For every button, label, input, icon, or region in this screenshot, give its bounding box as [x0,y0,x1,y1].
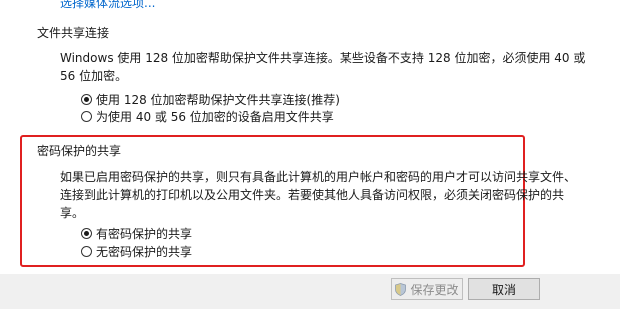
password-sharing-desc-line2: 连接到此计算机的打印机以及公用文件夹。若要使其他人具备访问权限，必须关闭密码保护… [60,188,565,202]
dialog-footer: 保存更改 取消 [0,274,620,309]
file-sharing-title: 文件共享连接 [37,26,110,40]
media-streaming-link[interactable]: 选择媒体流选项... [60,0,155,11]
radio-128bit-encryption[interactable]: 使用 128 位加密帮助保护文件共享连接(推荐) [81,90,340,108]
radio-unselected-icon[interactable] [81,245,92,257]
radio-128bit-label: 使用 128 位加密帮助保护文件共享连接(推荐) [96,92,340,107]
password-sharing-description: 如果已启用密码保护的共享，则只有具备此计算机的用户帐户和密码的用户才可以访问共享… [60,168,577,222]
radio-unselected-icon[interactable] [81,110,92,122]
radio-selected-icon[interactable] [81,227,92,239]
file-sharing-description: Windows 使用 128 位加密帮助保护文件共享连接。某些设备不支持 128… [60,49,586,85]
save-changes-button[interactable]: 保存更改 [391,278,463,300]
password-sharing-title: 密码保护的共享 [37,144,122,158]
radio-40-56bit-label: 为使用 40 或 56 位加密的设备启用文件共享 [96,109,334,124]
password-sharing-desc-line3: 享。 [60,206,85,220]
save-changes-label: 保存更改 [410,282,459,297]
radio-password-protected[interactable]: 有密码保护的共享 [81,224,192,242]
file-sharing-desc-line2: 56 位加密。 [60,69,128,83]
uac-shield-icon [395,282,407,296]
radio-40-56bit-encryption[interactable]: 为使用 40 或 56 位加密的设备启用文件共享 [81,107,334,125]
radio-selected-icon[interactable] [81,93,92,105]
file-sharing-desc-line1: Windows 使用 128 位加密帮助保护文件共享连接。某些设备不支持 128… [60,51,586,65]
radio-no-password-label: 无密码保护的共享 [96,244,193,259]
cancel-label: 取消 [491,282,516,297]
radio-password-protected-label: 有密码保护的共享 [96,226,193,241]
password-sharing-desc-line1: 如果已启用密码保护的共享，则只有具备此计算机的用户帐户和密码的用户才可以访问共享… [60,170,577,184]
cancel-button[interactable]: 取消 [468,278,540,300]
radio-no-password[interactable]: 无密码保护的共享 [81,242,192,260]
